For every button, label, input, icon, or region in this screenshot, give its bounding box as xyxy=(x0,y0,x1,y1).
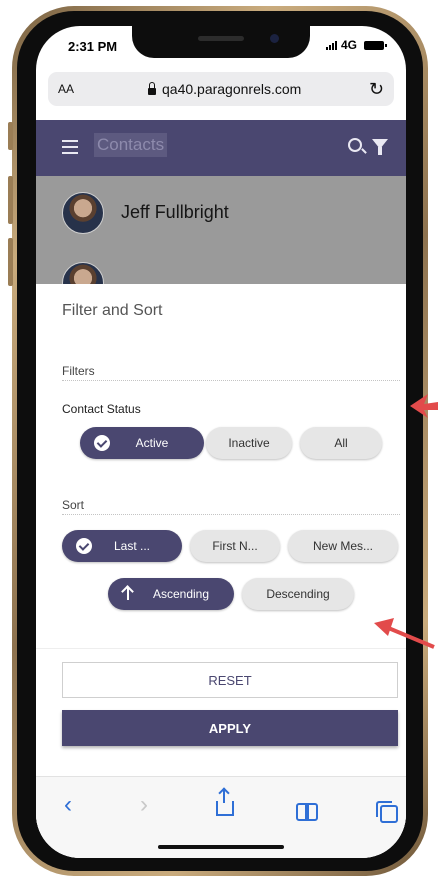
divider xyxy=(62,380,400,381)
bookmarks-icon[interactable] xyxy=(296,803,318,821)
mute-switch xyxy=(8,122,13,150)
annotation-arrow-icon xyxy=(410,394,438,418)
network-type: 4G xyxy=(340,38,357,52)
sort-section-label: Sort xyxy=(62,498,85,512)
status-chip-active[interactable]: Active xyxy=(80,427,204,459)
forward-icon[interactable]: › xyxy=(140,791,148,819)
annotation-arrow-icon xyxy=(374,618,435,649)
sheet-title: Filter and Sort xyxy=(62,302,163,319)
url-text: qa40.paragonrels.com xyxy=(162,81,302,97)
check-icon xyxy=(76,538,92,554)
filter-icon[interactable] xyxy=(372,139,388,155)
check-icon xyxy=(94,435,110,451)
reset-button[interactable]: RESET xyxy=(62,662,398,698)
signal-icon xyxy=(325,40,337,50)
text-size-button[interactable]: AA xyxy=(58,82,74,96)
sort-chip-new-messages[interactable]: New Mes... xyxy=(288,530,398,562)
volume-up-button xyxy=(8,176,13,224)
lock-icon xyxy=(148,81,156,95)
tabs-icon[interactable] xyxy=(376,801,398,823)
order-chip-descending[interactable]: Descending xyxy=(242,578,354,610)
volume-down-button xyxy=(8,238,13,286)
battery-icon xyxy=(364,40,387,50)
speaker-grille xyxy=(198,36,244,41)
menu-icon[interactable] xyxy=(62,140,78,158)
arrow-up-icon xyxy=(122,586,134,600)
page-title: Contacts xyxy=(94,133,168,157)
notch xyxy=(132,26,310,58)
home-indicator xyxy=(158,845,284,849)
contact-row[interactable]: Jeff Fullbright xyxy=(36,184,406,244)
reload-icon[interactable]: ↻ xyxy=(369,79,384,100)
status-chip-inactive[interactable]: Inactive xyxy=(206,427,292,459)
contact-list: Jeff Fullbright xyxy=(36,176,406,304)
filter-sort-sheet: Filter and Sort Filters Contact Status A… xyxy=(36,284,406,858)
search-icon[interactable] xyxy=(348,138,362,152)
share-icon[interactable] xyxy=(216,789,234,816)
back-icon[interactable]: ‹ xyxy=(64,791,72,819)
status-time: 2:31 PM xyxy=(68,39,118,54)
divider xyxy=(36,648,406,649)
contact-status-label: Contact Status xyxy=(62,402,141,416)
divider xyxy=(62,514,400,515)
url-display[interactable]: qa40.paragonrels.com xyxy=(148,81,301,97)
sort-chip-last-name[interactable]: Last ... xyxy=(62,530,182,562)
status-indicators: 4G xyxy=(325,38,387,52)
sort-chip-first-name[interactable]: First N... xyxy=(190,530,280,562)
filters-section-label: Filters xyxy=(62,364,95,378)
order-chip-ascending[interactable]: Ascending xyxy=(108,578,234,610)
front-camera xyxy=(270,34,279,43)
contact-name: Jeff Fullbright xyxy=(121,202,229,222)
avatar xyxy=(62,192,104,234)
status-chip-all[interactable]: All xyxy=(300,427,382,459)
app-header: Contacts xyxy=(36,120,406,176)
address-bar[interactable]: AA qa40.paragonrels.com ↻ xyxy=(48,72,394,106)
phone-screen: 2:31 PM 4G AA qa40.paragonrels.com ↻ Con… xyxy=(36,26,406,858)
apply-button[interactable]: APPLY xyxy=(62,710,398,746)
